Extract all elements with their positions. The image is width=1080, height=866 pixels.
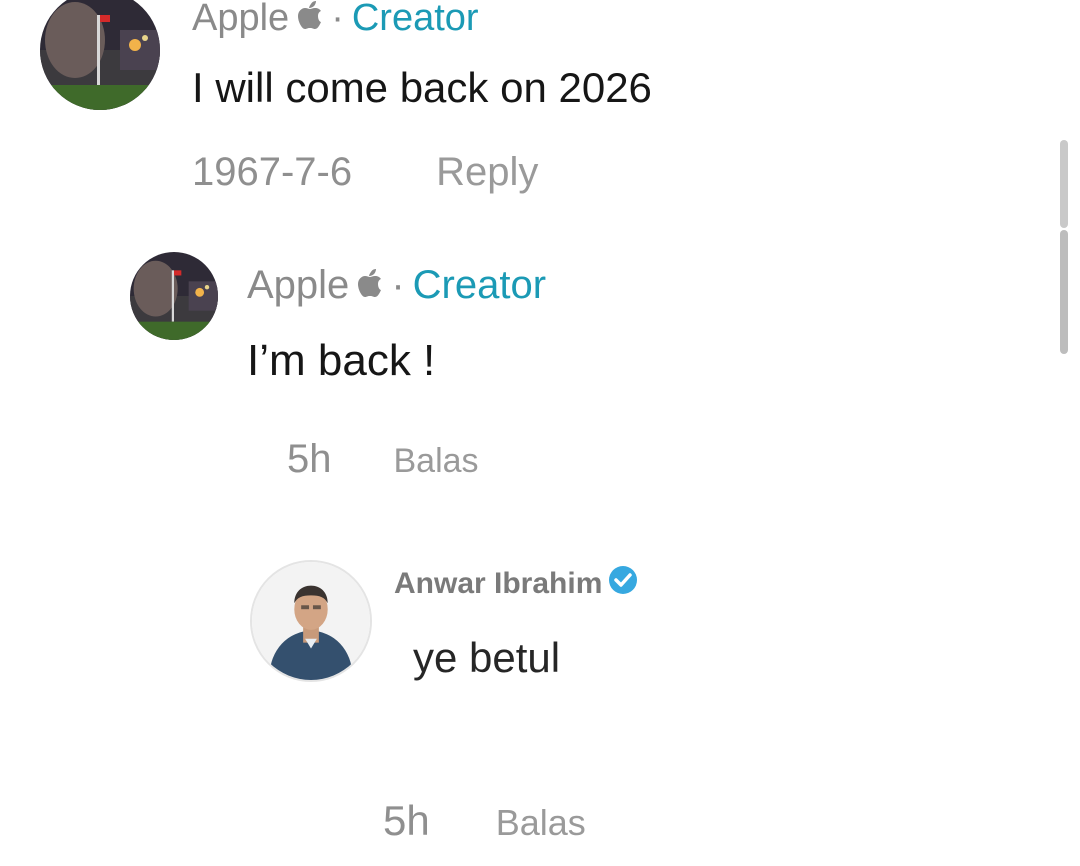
apple-logo-icon bbox=[357, 263, 383, 308]
comment-meta: 5h Balas bbox=[383, 797, 586, 845]
comment-header: Apple · Creator bbox=[247, 262, 546, 308]
apple-logo-icon bbox=[297, 0, 323, 40]
verified-badge-icon bbox=[608, 565, 638, 603]
comment-text: I’m back ! bbox=[247, 336, 436, 385]
username[interactable]: Apple bbox=[192, 0, 289, 40]
comment-text: ye betul bbox=[413, 634, 561, 681]
timestamp: 1967-7-6 bbox=[192, 150, 353, 194]
avatar-image bbox=[252, 562, 370, 680]
avatar[interactable] bbox=[40, 0, 160, 110]
reply-button[interactable]: Balas bbox=[496, 802, 586, 844]
avatar[interactable] bbox=[250, 560, 372, 682]
comment-header: Anwar Ibrahim bbox=[394, 566, 638, 602]
reply-button[interactable]: Reply bbox=[436, 150, 538, 195]
timestamp: 5h bbox=[383, 797, 430, 844]
scrollbar-track-segment[interactable] bbox=[1060, 140, 1068, 228]
creator-badge: Creator bbox=[412, 262, 547, 307]
avatar-image bbox=[40, 0, 160, 110]
separator: · bbox=[391, 262, 405, 307]
comment-header: Apple · Creator bbox=[192, 0, 479, 40]
separator: · bbox=[331, 0, 344, 39]
comment-meta: 5h Balas bbox=[287, 437, 479, 482]
comment-text: I will come back on 2026 bbox=[192, 64, 652, 111]
avatar-image bbox=[130, 252, 218, 340]
avatar[interactable] bbox=[130, 252, 218, 340]
scrollbar-thumb[interactable] bbox=[1060, 230, 1068, 354]
reply-button[interactable]: Balas bbox=[394, 442, 479, 481]
username[interactable]: Apple bbox=[247, 263, 349, 308]
username[interactable]: Anwar Ibrahim bbox=[394, 567, 602, 601]
creator-badge: Creator bbox=[351, 0, 479, 39]
comment-meta: 1967-7-6 Reply bbox=[192, 150, 538, 195]
timestamp: 5h bbox=[287, 437, 332, 481]
